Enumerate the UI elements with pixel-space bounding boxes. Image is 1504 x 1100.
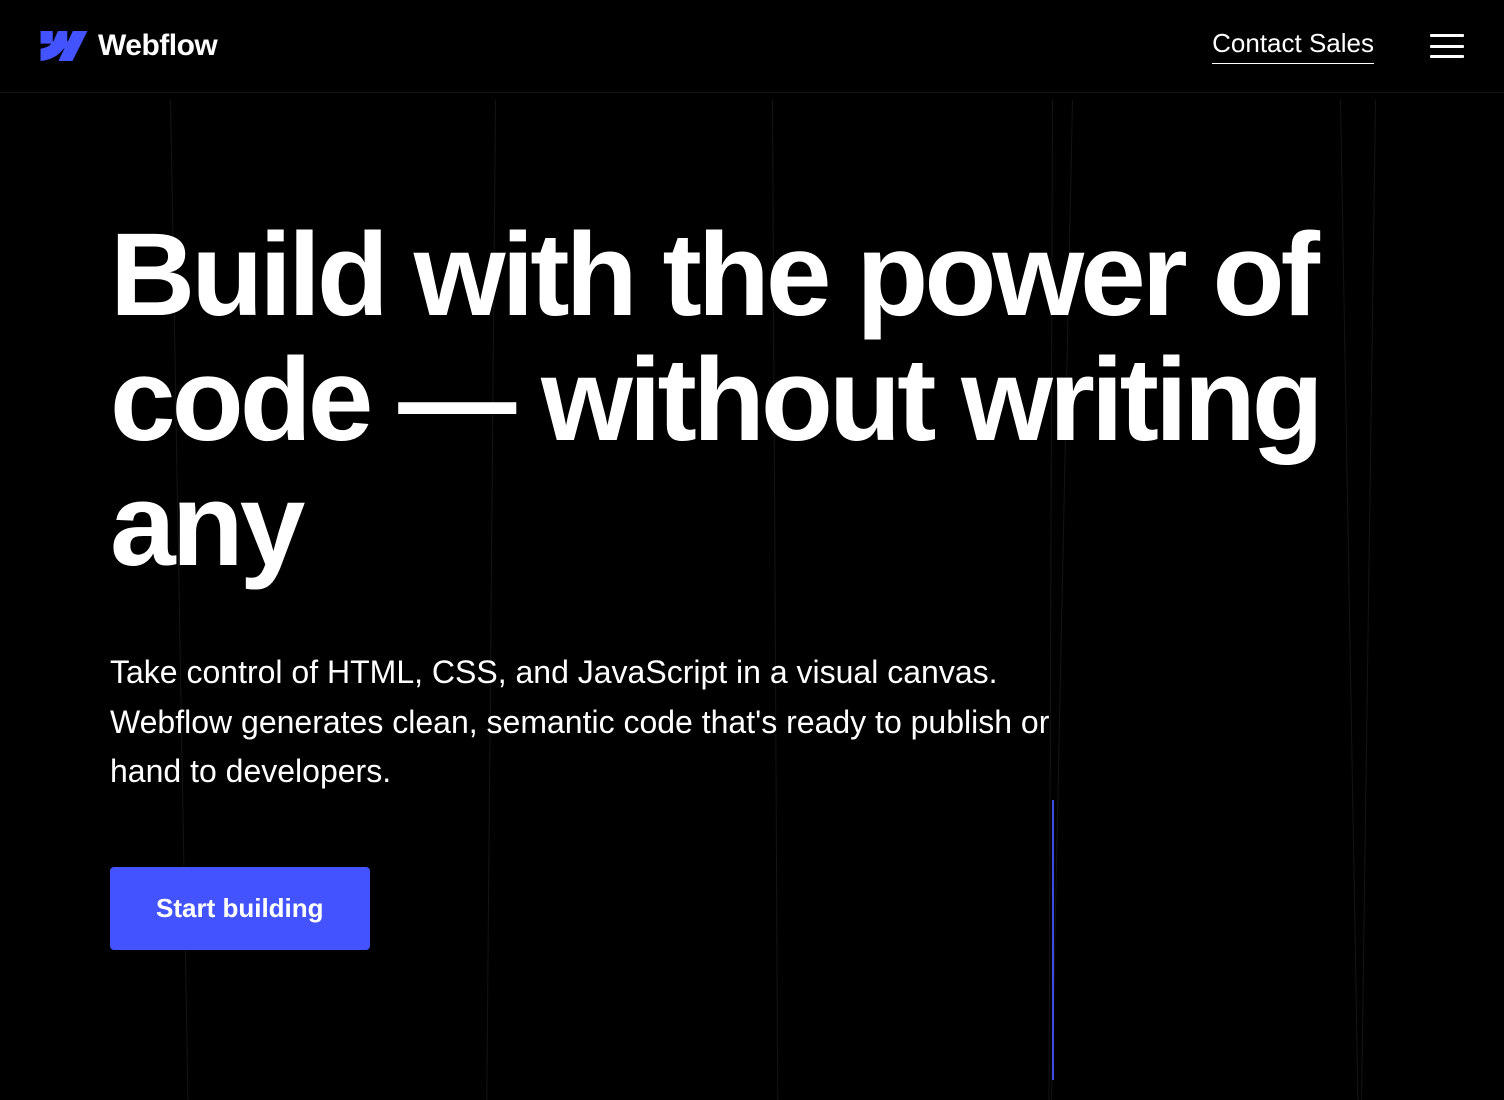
hamburger-menu-icon[interactable] [1430,34,1464,58]
hero-title: Build with the power of code — without w… [110,213,1394,588]
hero-section: Build with the power of code — without w… [0,93,1504,950]
hero-subtitle: Take control of HTML, CSS, and JavaScrip… [110,648,1070,797]
brand-logo[interactable]: Webflow [40,29,217,63]
main-header: Webflow Contact Sales [0,0,1504,93]
brand-name: Webflow [98,29,217,63]
contact-sales-link[interactable]: Contact Sales [1212,28,1374,64]
header-actions: Contact Sales [1212,28,1464,64]
webflow-logo-icon [40,31,88,61]
start-building-button[interactable]: Start building [110,867,370,950]
